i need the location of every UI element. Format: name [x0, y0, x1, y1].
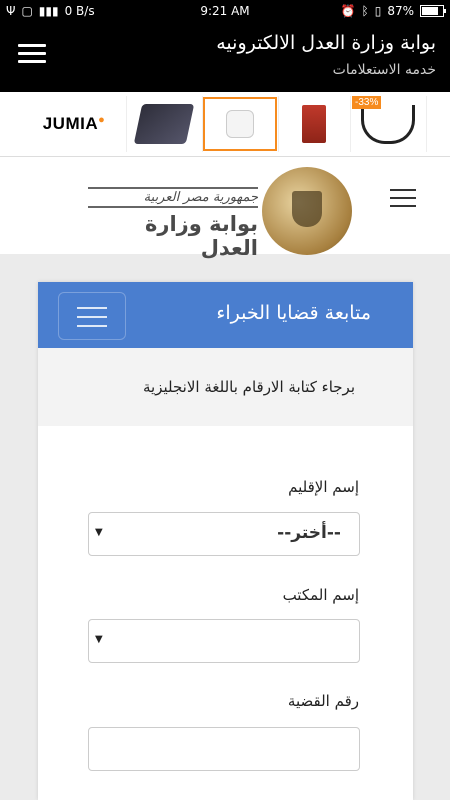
battery-icon	[420, 5, 446, 17]
region-label: إسم الإقليم	[288, 478, 359, 496]
airpods-image	[203, 97, 277, 151]
site-logo-text: جمهورية مصر العربية بوابة وزارة العدل	[88, 187, 258, 260]
alarm-icon: ⏰	[340, 4, 356, 18]
discount-badge: -33%	[352, 96, 382, 109]
instruction-band: برجاء كتابة الارقام باللغة الانجليزية	[38, 348, 413, 426]
earphones-image	[361, 104, 415, 144]
jumia-logo: JUMIA●	[42, 114, 106, 133]
ad-slot-sd-card[interactable]	[278, 96, 351, 152]
ministry-emblem-icon	[262, 167, 352, 255]
app-title: بوابة وزارة العدل الالكترونيه	[216, 32, 436, 54]
phone-case-image	[133, 104, 195, 144]
region-select[interactable]: ▼ --أختر--	[88, 512, 360, 556]
logo-line-portal: بوابة وزارة العدل	[144, 212, 258, 260]
app-bar: بوابة وزارة العدل الالكترونيه خدمه الاست…	[0, 24, 450, 92]
status-bar: Ψ ▢ ▮▮▮ 0 B/s 9:21 AM ⏰ ᛒ ▯ 87%	[0, 0, 450, 24]
card-header: متابعة قضايا الخبراء	[38, 282, 413, 348]
navbar-toggler-button[interactable]	[58, 292, 126, 340]
region-selected-value: --أختر--	[277, 523, 341, 543]
dropdown-arrow-icon: ▼	[95, 527, 103, 538]
ad-slot-phone-case[interactable]	[126, 96, 203, 152]
battery-percent: 87%	[387, 4, 414, 18]
ad-slot-brand[interactable]: JUMIA●	[22, 96, 127, 152]
site-header: جمهورية مصر العربية بوابة وزارة العدل	[0, 157, 450, 260]
instruction-text: برجاء كتابة الارقام باللغة الانجليزية	[143, 378, 355, 396]
ad-banner[interactable]: JUMIA●	[0, 92, 450, 157]
ad-slot-airpods[interactable]	[202, 96, 279, 152]
hamburger-menu-button[interactable]	[18, 44, 46, 66]
site-menu-button[interactable]	[390, 189, 416, 209]
logo-line-country: جمهورية مصر العربية	[88, 187, 258, 208]
expert-cases-card: متابعة قضايا الخبراء برجاء كتابة الارقام…	[38, 282, 413, 800]
card-title: متابعة قضايا الخبراء	[216, 302, 371, 324]
case-number-input[interactable]	[88, 727, 360, 771]
bluetooth-icon: ᛒ	[361, 4, 369, 18]
vibrate-icon: ▯	[374, 4, 382, 18]
app-subtitle: خدمه الاستعلامات	[332, 62, 436, 78]
office-select[interactable]: ▼	[88, 619, 360, 663]
office-label: إسم المكتب	[282, 586, 359, 604]
dropdown-arrow-icon: ▼	[95, 634, 103, 645]
sd-card-image	[302, 105, 326, 143]
case-number-label: رقم القضية	[287, 692, 359, 710]
